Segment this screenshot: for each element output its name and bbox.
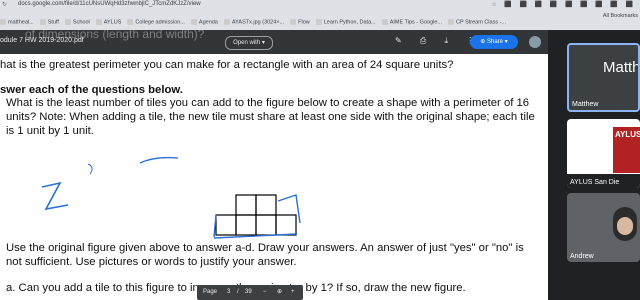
page-current[interactable]: 3 [227, 285, 230, 300]
handwritten-z [41, 181, 69, 211]
bookmark-item[interactable]: AYLUS [95, 18, 121, 25]
bookmark-item[interactable]: Learn Python, Data... [315, 18, 376, 25]
browser-chrome: ↻ docs.google.com/file/d/11cUNsUWqHd3zhw… [0, 0, 640, 30]
participant-tile[interactable]: AYLUS AYLUS San Die [567, 119, 640, 188]
favicon-icon [315, 18, 322, 25]
open-with-button[interactable]: Open with ▾ [225, 36, 273, 50]
bookmark-item[interactable]: CP Stream Class -... [448, 18, 506, 25]
bookmark-item[interactable]: AYASTx.jpg (3024×... [223, 18, 284, 25]
zoom-icon[interactable]: ⊕ [277, 285, 282, 300]
file-name: odule 7 HW 2019-2020.pdf [0, 37, 84, 44]
doc-line: hat is the greatest perimeter you can ma… [0, 59, 454, 71]
zoom-in-icon[interactable]: + [291, 285, 295, 300]
bookmarks-bar: mattheal... Stuff School AYLUS College admis… [0, 13, 640, 27]
extension-icons[interactable]: ☆ ⬛ ⬛ ⬛ ⬛ ⬛ ⬛ ⬛ ⬛ ⬛ [491, 1, 636, 8]
page-total: 39 [245, 289, 252, 295]
bookmark-item[interactable]: School [64, 18, 90, 25]
bookmark-item[interactable]: mattheal... [0, 18, 34, 25]
bookmark-item[interactable]: College admission... [127, 18, 185, 25]
favicon-icon [290, 18, 297, 25]
bookmark-item[interactable]: Stuff [39, 18, 59, 25]
favicon-icon [127, 18, 134, 25]
zoom-out-icon[interactable]: − [263, 285, 267, 300]
original-figure [215, 194, 297, 236]
favicon-icon [95, 18, 102, 25]
participant-name: AYLUS San Die [570, 179, 620, 186]
favicon-icon [448, 18, 454, 25]
participant-name: Andrew [570, 253, 594, 260]
page-indicator: Page 3 / 39 − ⊕ + [197, 285, 303, 300]
favicon-icon [39, 18, 46, 25]
meeting-panel: Matthe Matthew AYLUS AYLUS San Die Andre… [548, 30, 640, 300]
viewer-toolbar: of dimensions (length and width)? odule … [0, 30, 548, 54]
bookmark-item[interactable]: Flow [290, 18, 310, 25]
bookmark-item[interactable]: Agenda [190, 18, 218, 25]
reload-icon[interactable]: ↻ [2, 1, 7, 8]
doc-heading: swer each of the questions below. [0, 84, 183, 96]
share-button[interactable]: ⊕ Share ▾ [470, 35, 518, 49]
doc-line: Use the original figure given above to a… [6, 242, 524, 254]
favicon-icon [64, 18, 71, 25]
participant-tile[interactable]: Andrew [567, 193, 640, 262]
doc-line: is 1 unit by 1 unit. [6, 125, 94, 137]
document-page: hat is the greatest perimeter you can ma… [0, 54, 548, 300]
participant-name: Matthew [572, 101, 599, 108]
doc-line: not sufficient. Use pictures or words to… [6, 256, 297, 268]
favicon-icon [0, 18, 6, 25]
annotation-mark [87, 163, 93, 175]
blue-drawing [213, 194, 301, 239]
doc-line: What is the least number of tiles you ca… [6, 97, 530, 109]
favicon-icon [381, 18, 388, 25]
doc-line: units? Note: When adding a tile, the new… [6, 111, 535, 123]
aylus-logo: AYLUS [613, 127, 640, 173]
avatar[interactable] [529, 36, 541, 48]
annotation-underline [139, 156, 179, 164]
url-text[interactable]: docs.google.com/file/d/11cUNsUWqHd3zhwnb… [18, 1, 201, 7]
participant-tile[interactable]: Matthe Matthew [567, 43, 640, 112]
favicon-icon [223, 18, 230, 25]
pdf-viewer: of dimensions (length and width)? odule … [0, 30, 548, 300]
favicon-icon [190, 18, 197, 25]
all-bookmarks[interactable]: All Bookmarks [603, 13, 638, 19]
bookmark-item[interactable]: AIME Tips - Google... [381, 18, 442, 25]
tile-figure [41, 156, 301, 239]
address-bar[interactable]: ↻ docs.google.com/file/d/11cUNsUWqHd3zhw… [0, 0, 640, 11]
